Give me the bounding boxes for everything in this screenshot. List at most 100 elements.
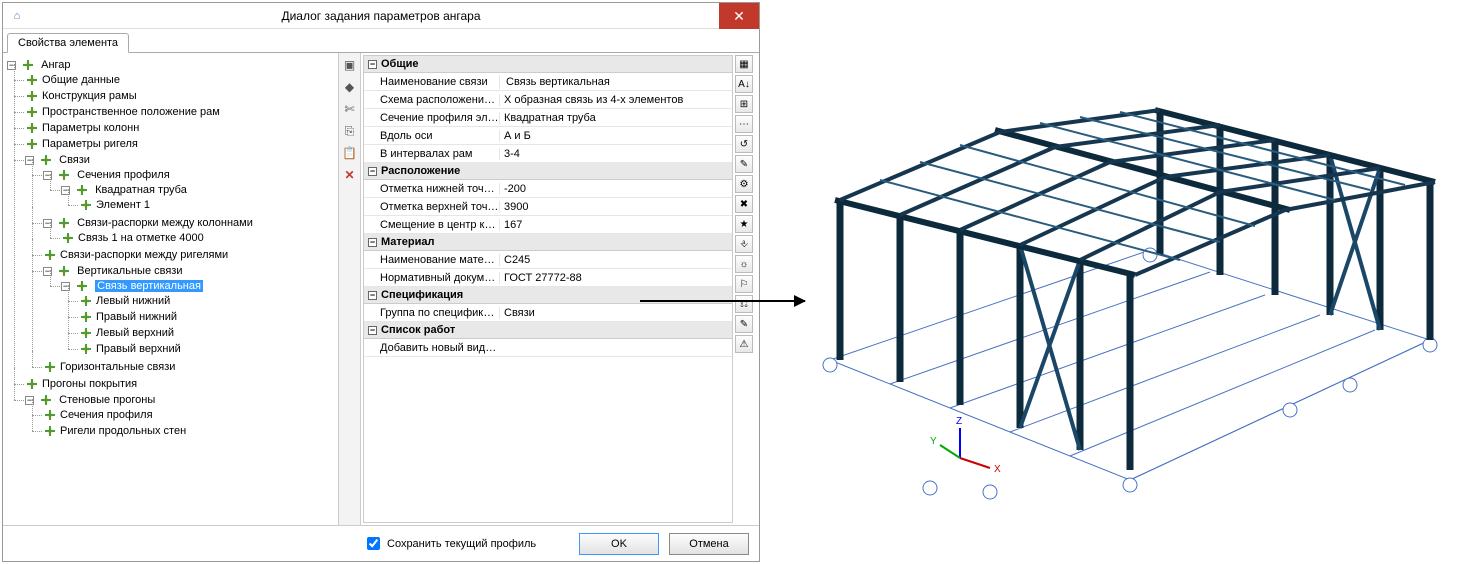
prop-value-bottom[interactable]: -200 [499, 183, 732, 195]
edit-icon[interactable]: ✎ [735, 315, 753, 333]
categorize-icon[interactable]: ▦ [735, 55, 753, 73]
tree-node[interactable]: Квадратная труба [95, 184, 187, 196]
plus-icon [25, 377, 39, 391]
toolbar-btn-2[interactable]: ◆ [342, 79, 358, 95]
tool-icon-3[interactable]: ⎀ [735, 235, 753, 253]
prop-label: Наименование связи [364, 76, 499, 88]
prop-value-section[interactable]: Квадратная труба [499, 112, 732, 124]
tree-node-selected[interactable]: Связь вертикальная [95, 280, 203, 292]
tool-icon-4[interactable]: ☼ [735, 255, 753, 273]
window-title: Диалог задания параметров ангара [3, 9, 759, 23]
prop-group-material[interactable]: −Материал [364, 234, 732, 251]
cut-icon[interactable]: ✄ [342, 101, 358, 117]
collapse-icon[interactable]: − [368, 291, 377, 300]
prop-group-position[interactable]: −Расположение [364, 163, 732, 180]
expand-icon[interactable]: ⊞ [735, 95, 753, 113]
prop-label: Группа по спецификации [364, 307, 499, 319]
tree-node[interactable]: Ригели продольных стен [60, 425, 186, 437]
sort-az-icon[interactable]: A↓ [735, 75, 753, 93]
prop-label: Наименование материа... [364, 254, 499, 266]
plus-icon [57, 216, 71, 230]
ok-button[interactable]: OK [579, 533, 659, 555]
tree-node[interactable]: Вертикальные связи [77, 265, 182, 277]
prop-value-material[interactable]: С245 [499, 254, 732, 266]
prop-label: Вдоль оси [364, 130, 499, 142]
tree-node[interactable]: Связи [59, 154, 90, 166]
tree-node[interactable]: Элемент 1 [96, 199, 150, 211]
tree-node[interactable]: Сечения профиля [60, 409, 153, 421]
tree-toolbar: ▣ ◆ ✄ ⎘ 📋 ✕ [339, 53, 361, 525]
plus-icon [57, 264, 71, 278]
prop-label: Сечение профиля элем... [364, 112, 499, 124]
3d-model-viewport[interactable]: X Z Y [790, 10, 1450, 530]
collapse-icon[interactable]: − [368, 326, 377, 335]
prop-label: Отметка верхней точки ... [364, 201, 499, 213]
plus-icon [79, 326, 93, 340]
dialog-content: − Ангар Общие данные Конструкция рамы Пр… [3, 53, 759, 525]
titlebar: ⌂ Диалог задания параметров ангара ✕ [3, 3, 759, 29]
plus-icon [39, 153, 53, 167]
tree-node[interactable]: Связь 1 на отметке 4000 [78, 232, 204, 244]
plus-icon [25, 105, 39, 119]
tool-icon-5[interactable]: ⚐ [735, 275, 753, 293]
save-profile-input[interactable] [367, 537, 380, 550]
prop-value-axis[interactable]: А и Б [499, 130, 732, 142]
tree-node[interactable]: Конструкция рамы [42, 90, 137, 102]
save-profile-checkbox[interactable]: Сохранить текущий профиль [363, 534, 536, 553]
delete-icon[interactable]: ✕ [342, 167, 358, 183]
tab-element-properties[interactable]: Свойства элемента [7, 33, 129, 53]
browse-icon[interactable]: ⋯ [735, 115, 753, 133]
tree-node-root[interactable]: Ангар [41, 59, 70, 71]
paste-icon[interactable]: 📋 [342, 145, 358, 161]
prop-label: Отметка нижней точки ... [364, 183, 499, 195]
prop-group-common[interactable]: −Общие [364, 56, 732, 73]
prop-value-name[interactable] [499, 75, 732, 89]
prop-label: В интервалах рам [364, 148, 499, 160]
tool-icon-2[interactable]: ⚙ [735, 175, 753, 193]
tool-icon[interactable]: ✎ [735, 155, 753, 173]
prop-group-works[interactable]: −Список работ [364, 322, 732, 339]
tree-node[interactable]: Связи-распорки между колоннами [77, 217, 253, 229]
prop-value-top[interactable]: 3900 [499, 201, 732, 213]
collapse-icon[interactable]: − [368, 167, 377, 176]
prop-value-scheme[interactable]: X образная связь из 4-х элементов [499, 94, 732, 106]
tree-node[interactable]: Левый верхний [96, 327, 174, 339]
collapse-icon[interactable]: − [368, 238, 377, 247]
cancel-button[interactable]: Отмена [669, 533, 749, 555]
toolbar-btn-1[interactable]: ▣ [342, 57, 358, 73]
tree-node[interactable]: Параметры ригеля [42, 138, 138, 150]
prop-value-interval[interactable]: 3-4 [499, 148, 732, 160]
tree-node[interactable]: Прогоны покрытия [42, 378, 137, 390]
prop-label: Нормативный документ [364, 272, 499, 284]
collapse-icon[interactable]: − [368, 60, 377, 69]
highlight-icon[interactable]: ★ [735, 215, 753, 233]
warning-icon[interactable]: ⚠ [735, 335, 753, 353]
reset-icon[interactable]: ↺ [735, 135, 753, 153]
tree-node[interactable]: Сечения профиля [77, 169, 170, 181]
prop-label: Смещение в центр конс... [364, 219, 499, 231]
plus-icon [79, 310, 93, 324]
save-profile-label: Сохранить текущий профиль [387, 538, 536, 550]
tree-node[interactable]: Стеновые прогоны [59, 394, 155, 406]
properties-grid: −Общие Наименование связи Схема располож… [363, 55, 733, 523]
tree-node[interactable]: Параметры колонн [42, 122, 139, 134]
model-svg: X Z Y [790, 10, 1450, 530]
tree-node[interactable]: Левый нижний [96, 295, 170, 307]
tool-icon-6[interactable]: ⎌ [735, 295, 753, 313]
copy-icon[interactable]: ⎘ [342, 123, 358, 139]
clear-icon[interactable]: ✖ [735, 195, 753, 213]
tree-node[interactable]: Общие данные [42, 74, 120, 86]
prop-label: Схема расположения э... [364, 94, 499, 106]
tree-node[interactable]: Пространственное положение рам [42, 106, 220, 118]
tree-node[interactable]: Правый нижний [96, 311, 177, 323]
prop-value-offset[interactable]: 167 [499, 219, 732, 231]
tree-node[interactable]: Горизонтальные связи [60, 361, 175, 373]
close-button[interactable]: ✕ [719, 3, 759, 29]
prop-input[interactable] [504, 75, 728, 89]
tree-node[interactable]: Связи-распорки между ригелями [60, 249, 228, 261]
tree-node[interactable]: Правый верхний [96, 343, 181, 355]
plus-icon [25, 73, 39, 87]
prop-value-document[interactable]: ГОСТ 27772-88 [499, 272, 732, 284]
prop-value-group[interactable]: Связи [499, 307, 732, 319]
plus-icon [39, 393, 53, 407]
